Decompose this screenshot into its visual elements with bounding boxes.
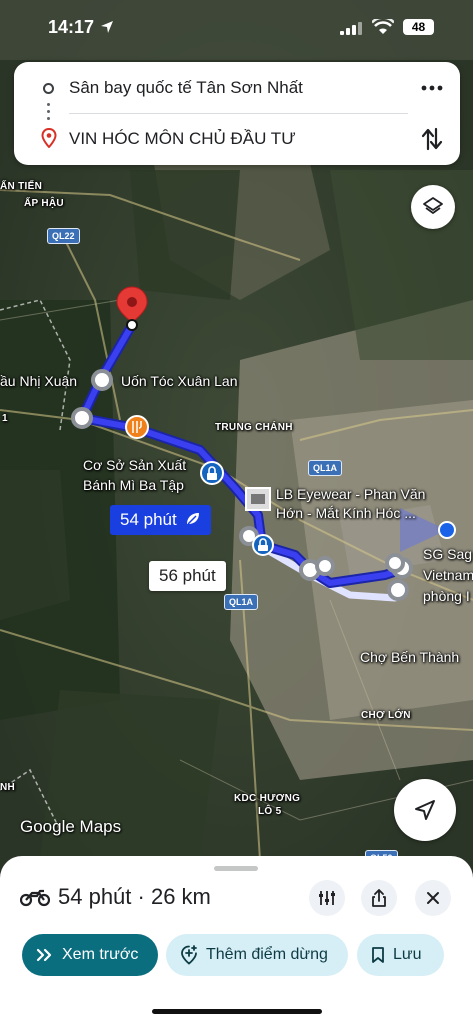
- poi-label[interactable]: Uốn Tóc Xuân Lan: [121, 372, 238, 391]
- save-label: Lưu: [393, 946, 422, 963]
- add-location-icon: [181, 945, 197, 965]
- map-label: ẤP HẬU: [24, 198, 64, 209]
- highway-shield: QL22: [47, 228, 80, 244]
- add-stop-label: Thêm điểm dừng: [206, 946, 328, 963]
- map-label: KDC HƯƠNG: [234, 793, 301, 804]
- wifi-icon: [372, 19, 394, 34]
- status-bar: 14:17 48: [0, 0, 473, 50]
- location-arrow-icon: [101, 21, 113, 33]
- poi-label[interactable]: SG Sag: [423, 545, 472, 564]
- map-label: CHỢ LỚN: [361, 710, 411, 721]
- route-options-button[interactable]: [309, 880, 345, 916]
- drag-handle[interactable]: [214, 866, 258, 871]
- map-layers-button[interactable]: [411, 185, 455, 229]
- destination-pin-icon: [41, 128, 57, 148]
- poi-label[interactable]: LB Eyewear - Phan Văn: [276, 485, 425, 504]
- preview-button[interactable]: Xem trước: [22, 934, 158, 976]
- map-label: NH: [0, 782, 16, 793]
- map-label: ẤN TIẾN: [0, 181, 43, 192]
- map-label: 1: [2, 413, 8, 424]
- primary-route-duration[interactable]: 54 phút: [110, 505, 212, 535]
- save-button[interactable]: Lưu: [357, 934, 444, 976]
- status-time: 14:17: [48, 17, 95, 37]
- close-button[interactable]: [415, 880, 451, 916]
- layers-icon: [423, 197, 443, 214]
- poi-label[interactable]: phòng I: [423, 587, 470, 606]
- my-location-button[interactable]: [394, 779, 456, 841]
- origin-row[interactable]: Sân bay quốc tế Tân Sơn Nhất: [14, 64, 460, 112]
- cellular-signal-icon: [340, 22, 362, 35]
- poi-label[interactable]: Vietnam: [423, 566, 473, 585]
- destination-row[interactable]: VIN HÓC MÔN CHỦ ĐẦU TƯ: [14, 115, 460, 163]
- tune-sliders-icon: [319, 891, 335, 905]
- battery-indicator: 48: [403, 19, 434, 35]
- poi-label[interactable]: Bánh Mì Ba Tập: [83, 476, 184, 495]
- route-card: Sân bay quốc tế Tân Sơn Nhất VIN HÓC MÔN…: [14, 62, 460, 165]
- poi-label[interactable]: Cơ Sở Sản Xuất: [83, 456, 186, 475]
- destination-field[interactable]: VIN HÓC MÔN CHỦ ĐẦU TƯ: [69, 129, 296, 149]
- close-icon: [427, 892, 439, 904]
- highway-shield: QL1A: [224, 594, 259, 610]
- divider: [69, 113, 408, 114]
- current-location-dot: [440, 523, 454, 537]
- add-stop-button[interactable]: Thêm điểm dừng: [166, 934, 348, 976]
- poi-label[interactable]: Hớn - Mắt Kính Hóc ...: [276, 504, 416, 523]
- map-label: LÔ 5: [258, 806, 282, 817]
- home-indicator: [152, 1009, 322, 1014]
- navigation-arrow-icon: [415, 800, 435, 820]
- more-options-icon[interactable]: [420, 78, 444, 98]
- share-icon: [372, 889, 386, 907]
- restaurant-marker: [125, 415, 149, 439]
- poi-label[interactable]: Chợ Bến Thành: [360, 648, 459, 667]
- eco-leaf-icon: [187, 513, 200, 525]
- origin-field[interactable]: Sân bay quốc tế Tân Sơn Nhất: [69, 78, 303, 98]
- motorcycle-icon: [20, 889, 50, 907]
- route-summary: 54 phút · 26 km: [58, 884, 211, 909]
- highway-shield: QL1A: [308, 460, 343, 476]
- duration-text: 54 phút: [120, 510, 177, 529]
- map-label: TRUNG CHÁNH: [215, 422, 293, 433]
- alternate-route-duration[interactable]: 56 phút: [149, 561, 226, 591]
- share-button[interactable]: [361, 880, 397, 916]
- google-maps-logo: Google Maps: [20, 817, 122, 836]
- map-label: ầu Nhị Xuân: [0, 373, 78, 389]
- swap-directions-icon[interactable]: [420, 125, 444, 153]
- directions-bottom-sheet[interactable]: 54 phút · 26 km Xem trước Thêm điểm dừng: [0, 856, 473, 1024]
- bookmark-icon: [372, 947, 384, 963]
- origin-circle-icon: [43, 83, 54, 94]
- preview-label: Xem trước: [62, 946, 139, 963]
- double-chevron-right-icon: [36, 948, 52, 962]
